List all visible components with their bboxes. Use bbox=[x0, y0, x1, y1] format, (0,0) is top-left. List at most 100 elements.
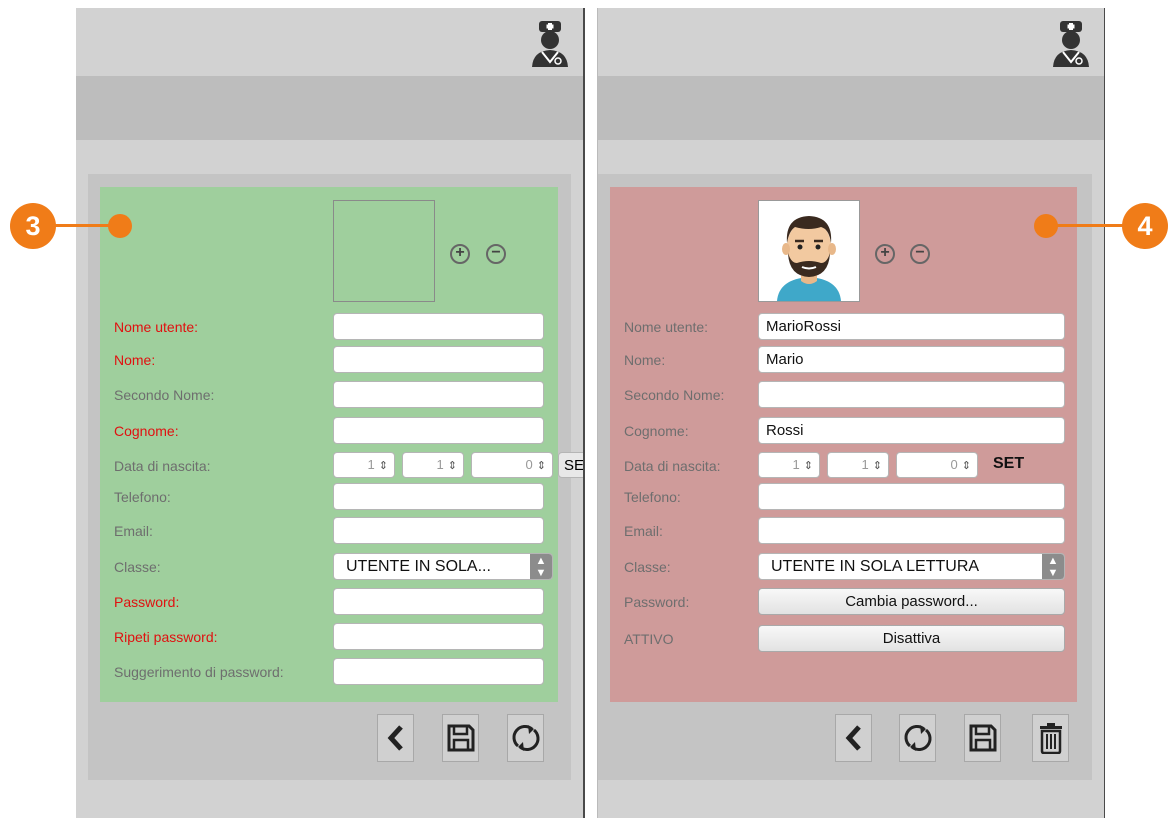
stepper-arrows-icon: ⇕ bbox=[803, 460, 813, 472]
plus-circle-icon[interactable]: + bbox=[450, 244, 470, 264]
day-value: 1 bbox=[367, 457, 375, 472]
user-photo[interactable] bbox=[758, 200, 860, 302]
password-field[interactable] bbox=[333, 588, 544, 615]
label-password-hint: Suggerimento di password: bbox=[114, 664, 284, 680]
minus-circle-icon[interactable]: − bbox=[910, 244, 930, 264]
floppy-disk-icon bbox=[969, 724, 996, 752]
name-field[interactable] bbox=[333, 346, 544, 373]
set-button[interactable]: SET bbox=[558, 452, 583, 478]
row-name: Nome: Mario bbox=[610, 346, 1077, 374]
label-birthdate: Data di nascita: bbox=[624, 458, 721, 474]
row-active: ATTIVO Disattiva bbox=[610, 625, 1077, 653]
save-button[interactable] bbox=[964, 714, 1001, 762]
row-class: Classe: UTENTE IN SOLA LETTURA ▲ ▼ bbox=[610, 553, 1077, 581]
class-select[interactable]: UTENTE IN SOLA... ▲ ▼ bbox=[333, 553, 553, 580]
label-name: Nome: bbox=[624, 352, 666, 368]
email-field[interactable] bbox=[758, 517, 1065, 544]
change-password-button[interactable]: Cambia password... bbox=[758, 588, 1065, 615]
label-phone: Telefono: bbox=[114, 489, 171, 505]
second-name-field[interactable] bbox=[333, 381, 544, 408]
year-value: 0 bbox=[525, 457, 533, 472]
row-second-name: Secondo Nome: bbox=[610, 381, 1077, 409]
refresh-icon bbox=[512, 725, 539, 751]
phone-field[interactable] bbox=[333, 483, 544, 510]
label-email: Email: bbox=[624, 523, 663, 539]
header-band bbox=[76, 76, 583, 140]
month-value: 1 bbox=[436, 457, 444, 472]
class-select[interactable]: UTENTE IN SOLA LETTURA ▲ ▼ bbox=[758, 553, 1065, 580]
label-surname: Cognome: bbox=[114, 423, 179, 439]
label-username: Nome utente: bbox=[624, 319, 709, 335]
row-password-hint: Suggerimento di password: bbox=[100, 658, 558, 686]
year-stepper[interactable]: 0 ⇕ bbox=[471, 452, 553, 478]
edit-user-screen: + − Nome utente: MarioRossi Nome: Mario … bbox=[597, 8, 1105, 818]
name-field[interactable]: Mario bbox=[758, 346, 1065, 373]
marker-badge: 3 bbox=[10, 203, 56, 249]
label-class: Classe: bbox=[114, 559, 161, 575]
delete-button[interactable] bbox=[1032, 714, 1069, 762]
day-stepper[interactable]: 1 ⇕ bbox=[333, 452, 395, 478]
repeat-password-field[interactable] bbox=[333, 623, 544, 650]
plus-circle-icon[interactable]: + bbox=[875, 244, 895, 264]
row-phone: Telefono: bbox=[100, 483, 558, 511]
deactivate-button[interactable]: Disattiva bbox=[758, 625, 1065, 652]
stepper-arrows-icon: ⇕ bbox=[536, 460, 546, 472]
select-arrows-icon: ▲ ▼ bbox=[1042, 554, 1064, 579]
doctor-icon[interactable] bbox=[1050, 20, 1092, 68]
refresh-button[interactable] bbox=[507, 714, 544, 762]
password-hint-field[interactable] bbox=[333, 658, 544, 685]
edit-user-form: + − Nome utente: MarioRossi Nome: Mario … bbox=[610, 187, 1077, 702]
row-password: Password: Cambia password... bbox=[610, 588, 1077, 616]
day-stepper[interactable]: 1 ⇕ bbox=[758, 452, 820, 478]
row-email: Email: bbox=[100, 517, 558, 545]
row-class: Classe: UTENTE IN SOLA... ▲ ▼ bbox=[100, 553, 558, 581]
email-field[interactable] bbox=[333, 517, 544, 544]
stepper-arrows-icon: ⇕ bbox=[961, 460, 971, 472]
label-repeat-password: Ripeti password: bbox=[114, 629, 218, 645]
marker-badge: 4 bbox=[1122, 203, 1168, 249]
year-stepper[interactable]: 0 ⇕ bbox=[896, 452, 978, 478]
row-username: Nome utente: bbox=[100, 313, 558, 341]
username-field[interactable] bbox=[333, 313, 544, 340]
phone-field[interactable] bbox=[758, 483, 1065, 510]
label-class: Classe: bbox=[624, 559, 671, 575]
doctor-icon[interactable] bbox=[529, 20, 571, 68]
surname-field[interactable] bbox=[333, 417, 544, 444]
row-surname: Cognome: Rossi bbox=[610, 417, 1077, 445]
set-button[interactable]: SET bbox=[993, 455, 1024, 473]
row-username: Nome utente: MarioRossi bbox=[610, 313, 1077, 341]
chevron-left-icon bbox=[845, 725, 861, 751]
photo-placeholder[interactable] bbox=[333, 200, 435, 302]
stepper-arrows-icon: ⇕ bbox=[872, 460, 882, 472]
username-field[interactable]: MarioRossi bbox=[758, 313, 1065, 340]
row-password: Password: bbox=[100, 588, 558, 616]
header-band bbox=[598, 76, 1104, 140]
label-surname: Cognome: bbox=[624, 423, 689, 439]
label-password: Password: bbox=[114, 594, 180, 610]
back-button[interactable] bbox=[835, 714, 872, 762]
save-button[interactable] bbox=[442, 714, 479, 762]
chevron-left-icon bbox=[387, 725, 403, 751]
row-repeat-password: Ripeti password: bbox=[100, 623, 558, 651]
surname-field[interactable]: Rossi bbox=[758, 417, 1065, 444]
label-email: Email: bbox=[114, 523, 153, 539]
second-name-field[interactable] bbox=[758, 381, 1065, 408]
month-stepper[interactable]: 1 ⇕ bbox=[827, 452, 889, 478]
back-button[interactable] bbox=[377, 714, 414, 762]
row-email: Email: bbox=[610, 517, 1077, 545]
new-user-screen: + − Nome utente: Nome: Secondo Nome: Cog… bbox=[76, 8, 585, 818]
minus-circle-icon[interactable]: − bbox=[486, 244, 506, 264]
row-birthdate: Data di nascita: 1⇕ 1⇕ 0⇕ SET bbox=[100, 452, 583, 480]
label-birthdate: Data di nascita: bbox=[114, 458, 211, 474]
refresh-button[interactable] bbox=[899, 714, 936, 762]
marker-line bbox=[1056, 224, 1126, 227]
class-value: UTENTE IN SOLA LETTURA bbox=[771, 558, 980, 575]
new-user-form: + − Nome utente: Nome: Secondo Nome: Cog… bbox=[100, 187, 583, 702]
form-panel: + − Nome utente: Nome: Secondo Nome: Cog… bbox=[88, 174, 583, 780]
class-value: UTENTE IN SOLA... bbox=[346, 558, 491, 575]
month-value: 1 bbox=[861, 457, 869, 472]
marker-dot bbox=[108, 214, 132, 238]
stepper-arrows-icon: ⇕ bbox=[378, 460, 388, 472]
marker-line bbox=[54, 224, 112, 227]
month-stepper[interactable]: 1 ⇕ bbox=[402, 452, 464, 478]
